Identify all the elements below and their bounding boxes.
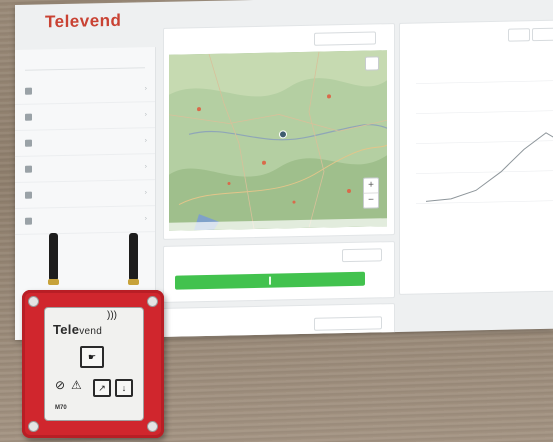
map-view[interactable]: + − bbox=[169, 50, 387, 231]
chevron-right-icon: › bbox=[144, 189, 147, 197]
dashboard-screen: Televend › › › › › › + − bbox=[15, 0, 553, 341]
left-antenna-cap bbox=[48, 279, 59, 285]
sidebar-item-dashboard[interactable]: › bbox=[15, 76, 155, 105]
device-face: Televend ))) ☛ ⊘ ⚠ ↗ ↓ M70 bbox=[44, 307, 144, 421]
device-brand-main: Tele bbox=[53, 322, 80, 337]
locations-icon bbox=[25, 139, 32, 147]
screw bbox=[147, 421, 158, 432]
right-antenna bbox=[129, 233, 138, 281]
televend-device: Televend ))) ☛ ⊘ ⚠ ↗ ↓ M70 bbox=[22, 290, 164, 438]
sidebar-item-locations[interactable]: › bbox=[15, 128, 155, 157]
zoom-in-button[interactable]: + bbox=[364, 178, 378, 192]
screw bbox=[147, 296, 158, 307]
chevron-right-icon: › bbox=[144, 137, 147, 145]
left-antenna bbox=[49, 233, 58, 281]
fullscreen-icon[interactable] bbox=[365, 56, 379, 71]
download-icon[interactable]: ↓ bbox=[115, 379, 133, 397]
line-chart bbox=[416, 80, 553, 204]
signal-icon[interactable]: ↗ bbox=[93, 379, 111, 397]
dashboard-icon bbox=[25, 87, 32, 95]
chart-card bbox=[399, 19, 553, 295]
sidebar-item-settings[interactable]: › bbox=[15, 180, 155, 209]
device-model: M70 bbox=[55, 405, 67, 411]
sidebar-item-users[interactable]: › bbox=[15, 206, 155, 235]
device-brand: Televend bbox=[53, 322, 102, 337]
pump-icon: ⊘ bbox=[55, 378, 66, 392]
chevron-right-icon: › bbox=[144, 163, 147, 171]
status-bar-marker bbox=[269, 276, 271, 285]
chevron-right-icon: › bbox=[144, 215, 147, 223]
screw bbox=[28, 296, 39, 307]
status-card-button[interactable] bbox=[342, 248, 382, 263]
chevron-right-icon: › bbox=[144, 111, 147, 119]
users-icon bbox=[25, 217, 32, 225]
sidebar-item-machines[interactable]: › bbox=[15, 102, 155, 131]
right-antenna-cap bbox=[128, 279, 139, 285]
televend-logo: Televend bbox=[45, 10, 122, 32]
warning-icon: ⚠ bbox=[71, 378, 82, 392]
tap-icon[interactable]: ☛ bbox=[80, 346, 104, 368]
zoom-out-button[interactable]: − bbox=[364, 192, 378, 208]
reports-icon bbox=[25, 165, 32, 173]
map-terrain bbox=[169, 50, 387, 231]
device-brand-suffix: vend bbox=[79, 326, 103, 337]
wireless-icon: ))) bbox=[107, 310, 117, 321]
bottom-card-button[interactable] bbox=[314, 316, 382, 331]
chart-menu-button[interactable] bbox=[532, 27, 553, 42]
machines-icon bbox=[25, 113, 32, 121]
screw bbox=[28, 421, 39, 432]
map-filter-button[interactable] bbox=[314, 31, 376, 46]
sidebar-item-reports[interactable]: › bbox=[15, 154, 155, 183]
chevron-right-icon: › bbox=[144, 85, 147, 93]
sidebar-search[interactable] bbox=[25, 55, 145, 71]
settings-icon bbox=[25, 191, 32, 199]
chart-range-button[interactable] bbox=[508, 28, 530, 42]
zoom-control: + − bbox=[363, 177, 379, 209]
